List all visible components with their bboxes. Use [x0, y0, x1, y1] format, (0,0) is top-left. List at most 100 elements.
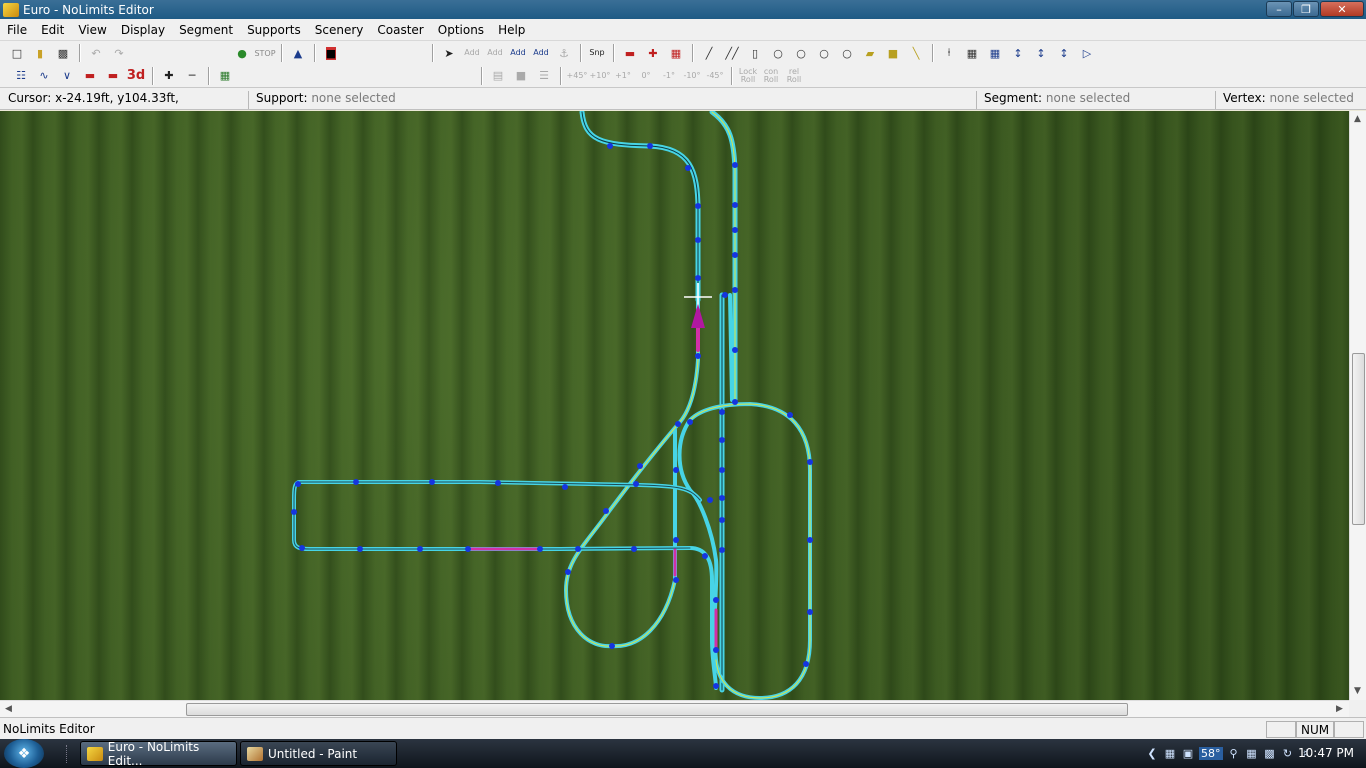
- support-type-3-button[interactable]: ▦: [984, 43, 1006, 63]
- train-button[interactable]: ▬: [619, 43, 641, 63]
- menu-display[interactable]: Display: [114, 23, 172, 37]
- horizontal-scroll-thumb[interactable]: [186, 703, 1128, 716]
- roll-minus1-button[interactable]: -1°: [658, 66, 680, 86]
- minus-button[interactable]: ─: [181, 66, 203, 86]
- footer-2-button[interactable]: ○: [790, 43, 812, 63]
- menu-edit[interactable]: Edit: [34, 23, 71, 37]
- box-button[interactable]: ■: [882, 43, 904, 63]
- roll-plus1-button[interactable]: +1°: [612, 66, 634, 86]
- open-file-button[interactable]: ▮: [29, 43, 51, 63]
- select-tool-button[interactable]: ➤: [438, 43, 460, 63]
- roll-plus10-button[interactable]: +10°: [589, 66, 611, 86]
- layout-2-button[interactable]: ■: [510, 66, 532, 86]
- clock[interactable]: 10:47 PM: [1298, 746, 1354, 760]
- support-type-6-button[interactable]: ↕: [1053, 43, 1075, 63]
- save-button[interactable]: ▩: [52, 43, 74, 63]
- ruler-button[interactable]: ╲: [905, 43, 927, 63]
- clipboard-icon[interactable]: ▦: [1245, 747, 1259, 761]
- new-file-button[interactable]: □: [6, 43, 28, 63]
- snap-button[interactable]: Snp: [586, 43, 608, 63]
- menu-file[interactable]: File: [0, 23, 34, 37]
- editor-viewport[interactable]: [0, 111, 1349, 700]
- roll-minus10-button[interactable]: -10°: [681, 66, 703, 86]
- support-type-5-button[interactable]: ↕: [1030, 43, 1052, 63]
- vertical-scroll-thumb[interactable]: [1352, 353, 1365, 525]
- station-button[interactable]: ▦: [665, 43, 687, 63]
- temperature[interactable]: 58°: [1199, 747, 1223, 760]
- horizontal-scrollbar[interactable]: ◀ ▶: [0, 700, 1349, 717]
- crosshair-button[interactable]: ✚: [158, 66, 180, 86]
- valley-icon: ∨: [62, 69, 72, 82]
- footer-3-button[interactable]: ○: [813, 43, 835, 63]
- taskbar-item-paint[interactable]: Untitled - Paint: [240, 741, 397, 766]
- support-type-2-button[interactable]: ▦: [961, 43, 983, 63]
- menu-scenery[interactable]: Scenery: [308, 23, 371, 37]
- wave-icon: ∿: [39, 69, 49, 82]
- anchor-button[interactable]: ⚓: [553, 43, 575, 63]
- roll-plus45-button[interactable]: +45°: [566, 66, 588, 86]
- grid-button[interactable]: ☷: [10, 66, 32, 86]
- beam-tool-2-button[interactable]: ╱╱: [721, 43, 743, 63]
- support-type-4-button[interactable]: ↕: [1007, 43, 1029, 63]
- track-layout[interactable]: [0, 111, 1349, 700]
- column-button[interactable]: ▯: [744, 43, 766, 63]
- add-vertex-button[interactable]: Add: [507, 43, 529, 63]
- valley-button[interactable]: ∨: [56, 66, 78, 86]
- lock-roll-button[interactable]: Lock Roll: [737, 66, 759, 86]
- train-view-2-button[interactable]: ▬: [102, 66, 124, 86]
- redo-button[interactable]: ↷: [108, 43, 130, 63]
- layout-1-button[interactable]: ▤: [487, 66, 509, 86]
- menu-view[interactable]: View: [71, 23, 113, 37]
- roll-minus45-button[interactable]: -45°: [704, 66, 726, 86]
- start-button[interactable]: ❖: [4, 739, 44, 768]
- maximize-button[interactable]: ❐: [1293, 1, 1319, 17]
- taskbar-item-nolimits[interactable]: Euro - NoLimits Edit...: [80, 740, 237, 768]
- add-curve-button[interactable]: Add: [484, 43, 506, 63]
- film-button[interactable]: ■: [320, 43, 342, 63]
- vertical-scrollbar[interactable]: ▲ ▼: [1349, 111, 1366, 700]
- grid-icon: ☷: [16, 69, 26, 82]
- scroll-down-icon[interactable]: ▼: [1354, 686, 1361, 696]
- undo-button[interactable]: ↶: [85, 43, 107, 63]
- scroll-left-icon[interactable]: ◀: [5, 704, 12, 714]
- monitor-icon[interactable]: ▩: [1263, 747, 1277, 761]
- menu-coaster[interactable]: Coaster: [370, 23, 430, 37]
- plate-button[interactable]: ▰: [859, 43, 881, 63]
- brake-icon: ✚: [648, 46, 658, 60]
- terrain-button[interactable]: ▦: [214, 66, 236, 86]
- wave-button[interactable]: ∿: [33, 66, 55, 86]
- num-lock-indicator: NUM: [1296, 721, 1334, 738]
- menu-options[interactable]: Options: [431, 23, 491, 37]
- add-straight-button[interactable]: Add: [461, 43, 483, 63]
- test-run-button[interactable]: ▲: [287, 43, 309, 63]
- scroll-right-icon[interactable]: ▶: [1336, 704, 1343, 714]
- menu-segment[interactable]: Segment: [172, 23, 240, 37]
- stop-button[interactable]: STOP: [254, 43, 276, 63]
- train-view-button[interactable]: ▬: [79, 66, 101, 86]
- support-type-7-button[interactable]: ▷: [1076, 43, 1098, 63]
- traffic-light-button[interactable]: ●: [231, 43, 253, 63]
- con-roll-button[interactable]: con Roll: [760, 66, 782, 86]
- stop-icon: STOP: [254, 48, 276, 58]
- film-icon: ■: [325, 46, 337, 60]
- footer-4-button[interactable]: ○: [836, 43, 858, 63]
- rel-roll-button[interactable]: rel Roll: [783, 66, 805, 86]
- roll-zero-button[interactable]: 0°: [635, 66, 657, 86]
- close-button[interactable]: ✕: [1320, 1, 1364, 17]
- add-support-button[interactable]: Add: [530, 43, 552, 63]
- sync-icon[interactable]: ↻: [1281, 747, 1295, 761]
- support-type-1-button[interactable]: ⍿: [938, 43, 960, 63]
- display-icon[interactable]: ▣: [1181, 747, 1195, 761]
- block-brake-button[interactable]: ✚: [642, 43, 664, 63]
- network-icon[interactable]: ▦: [1163, 747, 1177, 761]
- layout-3-button[interactable]: ☰: [533, 66, 555, 86]
- scroll-up-icon[interactable]: ▲: [1354, 114, 1361, 124]
- menu-help[interactable]: Help: [491, 23, 532, 37]
- beam-tool-1-button[interactable]: ╱: [698, 43, 720, 63]
- chevron-left-icon[interactable]: ❮: [1145, 747, 1159, 761]
- minimize-button[interactable]: –: [1266, 1, 1292, 17]
- search-icon[interactable]: ⚲: [1227, 747, 1241, 761]
- menu-supports[interactable]: Supports: [240, 23, 308, 37]
- 3d-view-button[interactable]: 3d: [125, 66, 147, 86]
- footer-button[interactable]: ○: [767, 43, 789, 63]
